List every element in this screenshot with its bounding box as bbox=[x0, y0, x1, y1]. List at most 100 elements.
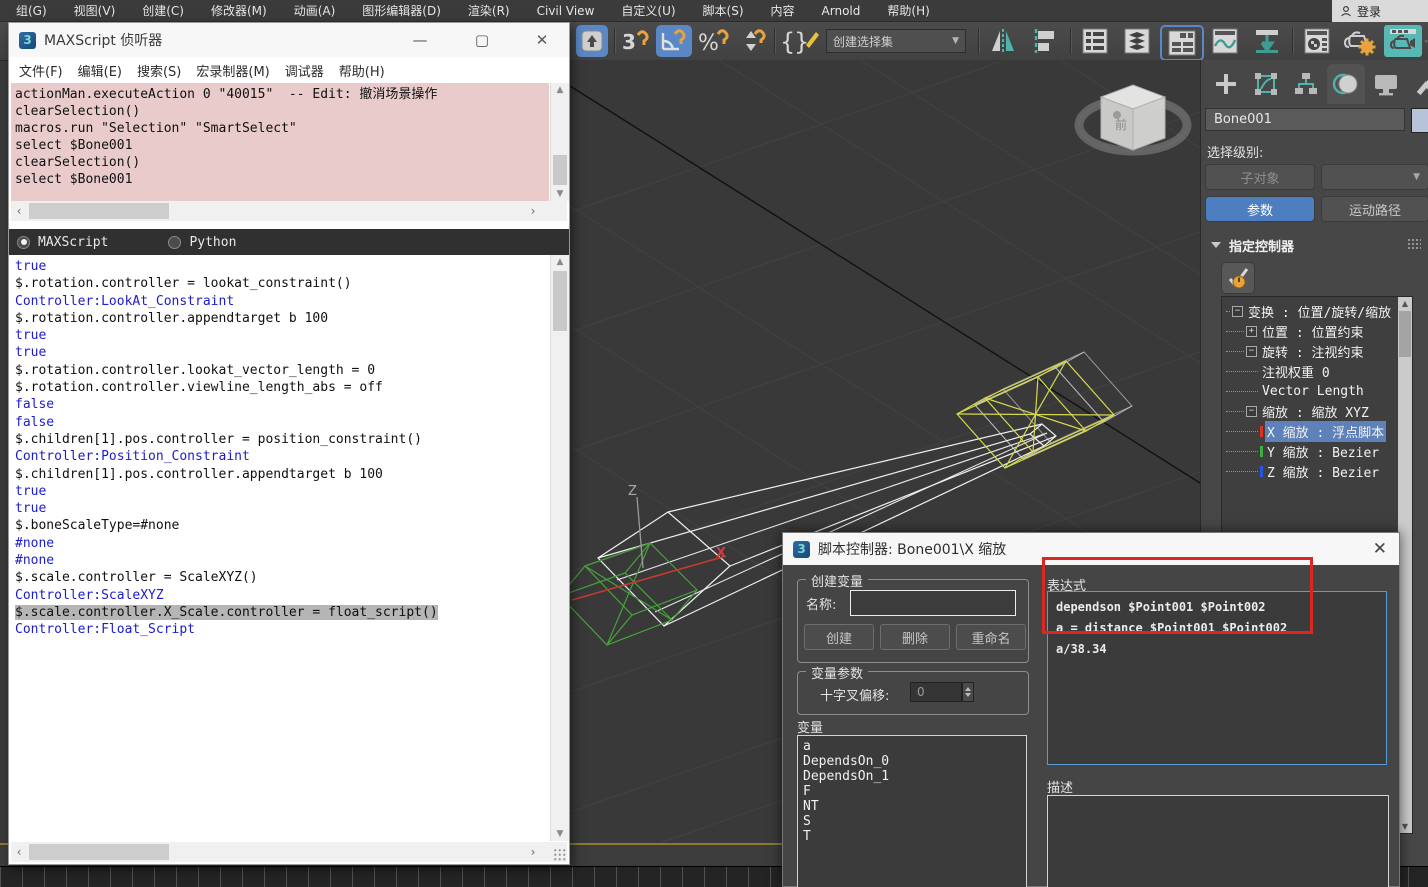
controller-tree-item[interactable]: + 位置 : 位置约束 bbox=[1226, 321, 1412, 341]
menu-item[interactable]: 动画(A) bbox=[294, 2, 336, 19]
rendered-frame-window-button[interactable] bbox=[1384, 25, 1422, 57]
scroll-right-icon[interactable]: › bbox=[525, 842, 541, 862]
menu-item[interactable]: 组(G) bbox=[16, 2, 47, 19]
menu-item[interactable]: 自定义(U) bbox=[621, 2, 675, 19]
python-radio[interactable] bbox=[168, 235, 182, 249]
tick-offset-spinner[interactable]: 0 bbox=[910, 682, 962, 702]
object-name-field[interactable]: Bone001 bbox=[1205, 108, 1405, 131]
menu-item[interactable]: 创建(C) bbox=[142, 2, 184, 19]
variables-listbox[interactable]: a DependsOn_0 DependsOn_1 F NT S T bbox=[797, 735, 1027, 887]
spinner-snap-button[interactable] bbox=[736, 25, 770, 57]
close-button[interactable]: ✕ bbox=[533, 31, 551, 49]
controller-tree-scrollbar[interactable]: ▲ ▼ bbox=[1398, 297, 1412, 833]
spinner-arrows[interactable] bbox=[962, 682, 974, 702]
viewcube[interactable] bbox=[1074, 84, 1192, 156]
menu-item[interactable]: 帮助(H) bbox=[887, 2, 929, 19]
up-arrow-button[interactable] bbox=[576, 25, 608, 57]
listener-menu-item[interactable]: 搜索(S) bbox=[137, 61, 181, 80]
tab-utilities[interactable] bbox=[1407, 64, 1428, 104]
controller-tree-item[interactable]: − 变换 : 位置/旋转/缩放 bbox=[1226, 301, 1412, 321]
sub-object-dropdown[interactable]: ▼ bbox=[1321, 164, 1428, 190]
material-editor-button[interactable] bbox=[1298, 25, 1336, 57]
assign-controller-button[interactable] bbox=[1221, 262, 1255, 294]
delete-button[interactable]: 删除 bbox=[880, 624, 950, 650]
controller-tree-item[interactable]: Vector Length bbox=[1226, 381, 1412, 401]
listener-code-pane[interactable]: true $.rotation.controller = lookat_const… bbox=[11, 255, 549, 841]
variable-item[interactable]: T bbox=[803, 829, 1021, 844]
rollout-drag-grip[interactable] bbox=[1407, 238, 1421, 250]
code-hscrollbar[interactable]: ‹ › bbox=[11, 842, 567, 862]
scroll-down-icon[interactable]: ▼ bbox=[551, 187, 569, 201]
create-button[interactable]: 创建 bbox=[804, 624, 874, 650]
assign-controller-rollout[interactable]: 指定控制器 bbox=[1201, 232, 1428, 258]
scroll-down-icon[interactable]: ▼ bbox=[551, 827, 569, 841]
controller-tree-item[interactable]: Z 缩放 : Bezier bbox=[1226, 461, 1412, 481]
login-button[interactable]: 登录 bbox=[1332, 0, 1428, 22]
menu-item[interactable]: 视图(V) bbox=[74, 2, 116, 19]
controller-tree-item[interactable]: − 旋转 : 注视约束 bbox=[1226, 341, 1412, 361]
variable-item[interactable]: F bbox=[803, 784, 1021, 799]
selection-set-dropdown[interactable]: 创建选择集 ▼ bbox=[826, 29, 966, 53]
menu-item[interactable]: Arnold bbox=[822, 4, 861, 18]
collapse-icon[interactable]: − bbox=[1246, 405, 1257, 417]
render-production-button[interactable] bbox=[1424, 25, 1428, 57]
object-color-swatch[interactable] bbox=[1411, 108, 1428, 133]
expand-icon[interactable]: + bbox=[1246, 325, 1257, 337]
scroll-up-icon[interactable]: ▲ bbox=[551, 83, 569, 97]
variable-item[interactable]: DependsOn_1 bbox=[803, 769, 1021, 784]
controller-tree-item[interactable]: Y 缩放 : Bezier bbox=[1226, 441, 1412, 461]
variable-name-input[interactable] bbox=[850, 590, 1016, 616]
code-vscrollbar[interactable]: ▲ ▼ bbox=[550, 255, 569, 841]
listener-menu-item[interactable]: 调试器 bbox=[285, 61, 324, 80]
listener-menu-item[interactable]: 编辑(E) bbox=[78, 61, 122, 80]
scroll-up-icon[interactable]: ▲ bbox=[551, 255, 569, 269]
scroll-left-icon[interactable]: ‹ bbox=[11, 201, 27, 221]
sub-object-button[interactable]: 子对象 bbox=[1205, 164, 1315, 190]
viewcube-front-label[interactable]: 前 bbox=[1115, 116, 1127, 133]
angle-snap-button[interactable] bbox=[656, 25, 692, 57]
menu-item[interactable]: 渲染(R) bbox=[468, 2, 510, 19]
tab-create[interactable] bbox=[1207, 64, 1245, 104]
mirror-button[interactable] bbox=[984, 25, 1022, 57]
listener-menu-item[interactable]: 宏录制器(M) bbox=[196, 61, 269, 80]
tab-hierarchy[interactable] bbox=[1287, 64, 1325, 104]
percent-snap-button[interactable]: % bbox=[696, 25, 732, 57]
scene-explorer-button[interactable] bbox=[1118, 25, 1156, 57]
controller-tree-item[interactable]: 注视权重 0 bbox=[1226, 361, 1412, 381]
maxscript-radio[interactable] bbox=[17, 235, 30, 249]
close-icon[interactable]: ✕ bbox=[1373, 539, 1387, 559]
output-hscrollbar[interactable]: ‹ › bbox=[11, 201, 567, 221]
scroll-up-icon[interactable]: ▲ bbox=[1398, 297, 1412, 310]
scroll-down-icon[interactable]: ▼ bbox=[1398, 820, 1412, 833]
minimize-button[interactable]: — bbox=[411, 31, 429, 49]
layer-manager-button[interactable] bbox=[1076, 25, 1114, 57]
variable-item[interactable]: NT bbox=[803, 799, 1021, 814]
render-setup-button[interactable] bbox=[1340, 25, 1380, 57]
tab-motion[interactable] bbox=[1327, 64, 1365, 104]
variable-item[interactable]: a bbox=[803, 739, 1021, 754]
collapse-icon[interactable]: − bbox=[1232, 305, 1243, 317]
menu-item[interactable]: 脚本(S) bbox=[703, 2, 744, 19]
rename-button[interactable]: 重命名 bbox=[956, 624, 1026, 650]
variable-item[interactable]: S bbox=[803, 814, 1021, 829]
ribbon-toggle-button[interactable] bbox=[1160, 25, 1204, 61]
controller-tree-item[interactable]: − 缩放 : 缩放 XYZ bbox=[1226, 401, 1412, 421]
align-button[interactable] bbox=[1026, 25, 1064, 57]
tab-modify[interactable] bbox=[1247, 64, 1285, 104]
collapse-icon[interactable]: − bbox=[1246, 345, 1257, 357]
listener-output-pane[interactable]: actionMan.executeAction 0 "40015" -- Edi… bbox=[11, 83, 549, 201]
description-textarea[interactable] bbox=[1047, 795, 1389, 887]
scroll-right-icon[interactable]: › bbox=[525, 201, 541, 221]
controller-tree-item[interactable]: X 缩放 : 浮点脚本 bbox=[1226, 420, 1412, 442]
variable-item[interactable]: DependsOn_0 bbox=[803, 754, 1021, 769]
menu-item[interactable]: 修改器(M) bbox=[211, 2, 267, 19]
output-vscrollbar[interactable]: ▲ ▼ bbox=[550, 83, 569, 201]
named-selection-sets-button[interactable]: {} bbox=[778, 25, 822, 57]
parameters-button[interactable]: 参数 bbox=[1205, 196, 1315, 222]
menu-item[interactable]: 图形编辑器(D) bbox=[362, 2, 441, 19]
scroll-left-icon[interactable]: ‹ bbox=[11, 842, 27, 862]
menu-item[interactable]: Civil View bbox=[537, 4, 595, 18]
listener-menu-item[interactable]: 帮助(H) bbox=[339, 61, 385, 80]
dialog-title-bar[interactable]: 3 脚本控制器: Bone001\X 缩放 bbox=[783, 533, 1399, 565]
resize-grip[interactable] bbox=[553, 848, 566, 861]
